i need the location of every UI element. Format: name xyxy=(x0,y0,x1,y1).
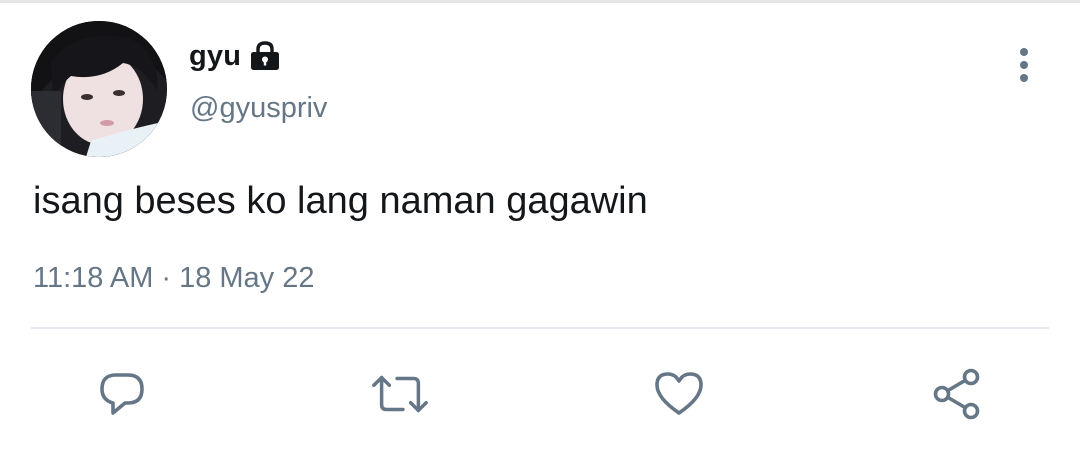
display-name-row: gyu xyxy=(189,38,282,74)
retweet-button[interactable] xyxy=(370,364,430,424)
share-button[interactable] xyxy=(927,364,987,424)
tweet-text: isang beses ko lang naman gagawin xyxy=(33,180,648,222)
more-options-button[interactable] xyxy=(1006,45,1042,87)
profile-photo xyxy=(31,21,167,157)
reply-icon xyxy=(100,373,144,415)
share-icon xyxy=(933,368,980,420)
actions-divider xyxy=(31,327,1049,329)
user-handle[interactable]: @gyuspriv xyxy=(190,92,327,125)
tweet-time: 11:18 AM xyxy=(33,262,154,294)
lock-icon xyxy=(248,40,282,72)
avatar[interactable] xyxy=(31,21,167,157)
more-vertical-icon xyxy=(1020,48,1028,82)
display-name[interactable]: gyu xyxy=(189,40,241,73)
top-divider xyxy=(0,0,1080,3)
heart-icon xyxy=(655,372,703,415)
like-button[interactable] xyxy=(649,364,709,424)
retweet-icon xyxy=(372,375,428,413)
reply-button[interactable] xyxy=(92,364,152,424)
tweet-timestamp: 11:18 AM · 18 May 22 xyxy=(33,262,314,295)
meta-separator: · xyxy=(161,262,172,294)
tweet-date: 18 May 22 xyxy=(179,262,315,294)
